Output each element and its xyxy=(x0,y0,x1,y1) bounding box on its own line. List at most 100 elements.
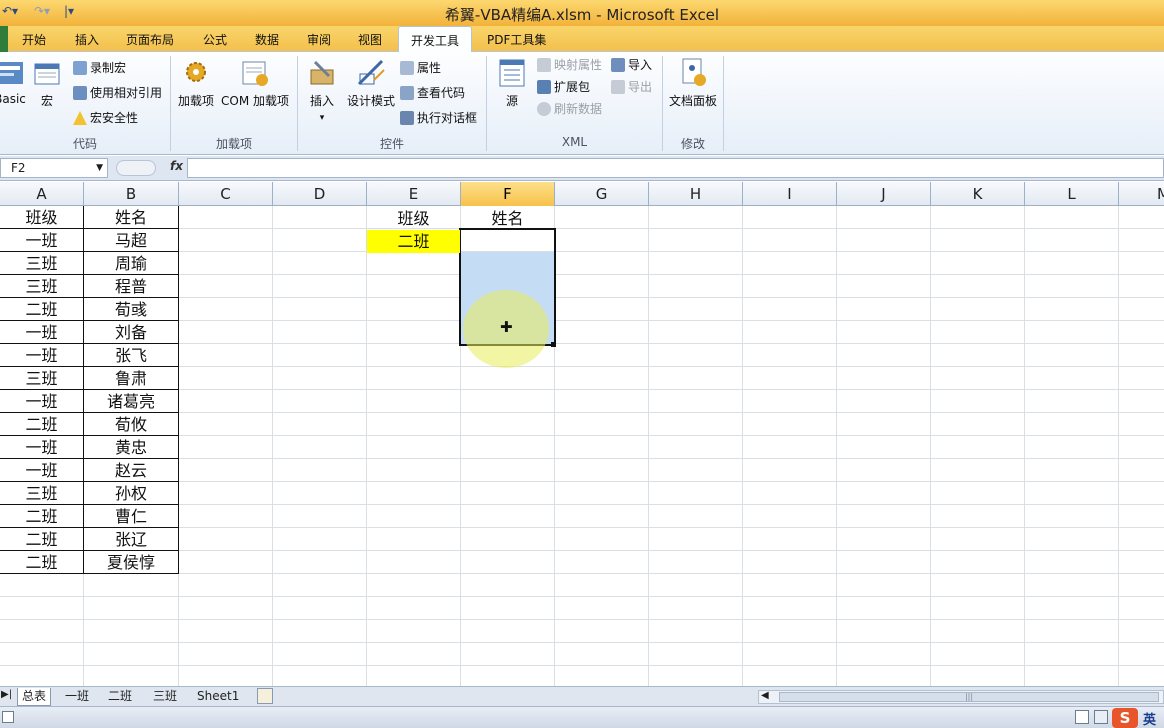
table-cell-name[interactable]: 夏侯惇 xyxy=(83,551,179,574)
table-header-name[interactable]: 姓名 xyxy=(83,206,179,229)
formula-bar: F2 ▼ fx xyxy=(0,156,1164,181)
tab-pdf-tools[interactable]: PDF工具集 xyxy=(487,31,546,48)
column-header-k[interactable]: K xyxy=(931,182,1025,206)
criteria-header-class[interactable]: 班级 xyxy=(367,207,460,230)
column-header-e[interactable]: E xyxy=(367,182,461,206)
table-cell-class[interactable]: 一班 xyxy=(0,344,84,367)
table-cell-name[interactable]: 马超 xyxy=(83,229,179,252)
column-header-g[interactable]: G xyxy=(555,182,649,206)
table-cell-class[interactable]: 三班 xyxy=(0,275,84,298)
table-cell-class[interactable]: 二班 xyxy=(0,413,84,436)
chevron-down-icon: ▾ xyxy=(319,113,325,123)
run-dialog-button[interactable]: 执行对话框 xyxy=(400,109,477,127)
table-cell-name[interactable]: 曹仁 xyxy=(83,505,179,528)
table-cell-class[interactable]: 一班 xyxy=(0,459,84,482)
file-tab[interactable] xyxy=(0,26,8,52)
column-header-l[interactable]: L xyxy=(1025,182,1119,206)
tab-data[interactable]: 数据 xyxy=(255,31,279,48)
scroll-left-icon[interactable]: ◀ xyxy=(761,690,769,701)
table-cell-class[interactable]: 二班 xyxy=(0,551,84,574)
addins-button[interactable]: 加载项 xyxy=(176,56,216,109)
column-header-j[interactable]: J xyxy=(837,182,931,206)
table-cell-name[interactable]: 程普 xyxy=(83,275,179,298)
table-header-class[interactable]: 班级 xyxy=(0,206,84,229)
refresh-data-button[interactable]: 刷新数据 xyxy=(537,100,602,118)
com-addins-button[interactable]: COM 加载项 xyxy=(219,56,291,109)
table-cell-class[interactable]: 三班 xyxy=(0,367,84,390)
tab-developer[interactable]: 开发工具 xyxy=(398,26,473,53)
table-cell-name[interactable]: 荀攸 xyxy=(83,413,179,436)
scrollbar-thumb[interactable]: ||| xyxy=(779,692,1159,702)
map-properties-button[interactable]: 映射属性 xyxy=(537,56,602,74)
gridline xyxy=(930,206,931,686)
table-cell-name[interactable]: 诸葛亮 xyxy=(83,390,179,413)
tab-review[interactable]: 审阅 xyxy=(307,31,331,48)
table-cell-class[interactable]: 三班 xyxy=(0,482,84,505)
table-cell-class[interactable]: 一班 xyxy=(0,229,84,252)
table-cell-name[interactable]: 刘备 xyxy=(83,321,179,344)
table-cell-name[interactable]: 张飞 xyxy=(83,344,179,367)
xml-source-button[interactable]: 源 xyxy=(496,56,528,109)
macro-record-icon[interactable] xyxy=(2,711,14,723)
normal-view-icon[interactable] xyxy=(1075,710,1089,724)
column-header-c[interactable]: C xyxy=(179,182,273,206)
tab-home[interactable]: 开始 xyxy=(22,31,46,48)
table-cell-name[interactable]: 孙权 xyxy=(83,482,179,505)
sheet-tab-class2[interactable]: 二班 xyxy=(104,688,136,706)
export-button[interactable]: 导出 xyxy=(611,78,652,96)
document-panel-button[interactable]: 文档面板 xyxy=(668,56,718,109)
macro-security-button[interactable]: 宏安全性 xyxy=(73,109,138,127)
relative-reference-button[interactable]: 使用相对引用 xyxy=(73,84,162,102)
tab-formulas[interactable]: 公式 xyxy=(203,31,227,48)
table-cell-class[interactable]: 二班 xyxy=(0,505,84,528)
visual-basic-button[interactable]: Basic xyxy=(0,56,26,106)
column-header-i[interactable]: I xyxy=(743,182,837,206)
table-cell-name[interactable]: 张辽 xyxy=(83,528,179,551)
table-cell-name[interactable]: 赵云 xyxy=(83,459,179,482)
sheet-tab-all[interactable]: 总表 xyxy=(17,688,52,706)
table-cell-name[interactable]: 荀彧 xyxy=(83,298,179,321)
formula-input[interactable] xyxy=(187,158,1164,178)
name-box[interactable]: F2 ▼ xyxy=(0,158,108,178)
table-cell-class[interactable]: 一班 xyxy=(0,321,84,344)
scroll-tabs-icon[interactable]: ▶| xyxy=(1,689,12,700)
macros-button[interactable]: 宏 xyxy=(32,56,62,109)
column-header-d[interactable]: D xyxy=(273,182,367,206)
table-cell-class[interactable]: 二班 xyxy=(0,528,84,551)
insert-sheet-icon[interactable] xyxy=(257,688,273,704)
insert-function-icon[interactable]: fx xyxy=(170,159,183,173)
properties-button[interactable]: 属性 xyxy=(400,59,441,77)
table-cell-name[interactable]: 周瑜 xyxy=(83,252,179,275)
column-header-f[interactable]: F xyxy=(461,182,555,206)
criteria-header-name[interactable]: 姓名 xyxy=(461,207,554,230)
worksheet-grid[interactable]: ✚ 班级 姓名 二班 班级 姓名 一班 马超 三班 周瑜 三班 程普 二班 荀彧 一班 刘备 一班张… xyxy=(0,206,1164,686)
tab-page-layout[interactable]: 页面布局 xyxy=(126,31,174,48)
table-cell-class[interactable]: 一班 xyxy=(0,390,84,413)
table-cell-name[interactable]: 黄忠 xyxy=(83,436,179,459)
horizontal-scrollbar[interactable]: ◀ ||| xyxy=(758,690,1164,704)
table-cell-name[interactable]: 鲁肃 xyxy=(83,367,179,390)
column-header-m[interactable]: M xyxy=(1119,182,1164,206)
chevron-down-icon[interactable]: ▼ xyxy=(96,159,103,177)
ime-mode-indicator[interactable]: 英 xyxy=(1143,709,1156,728)
page-layout-view-icon[interactable] xyxy=(1094,710,1108,724)
sheet-tab-class1[interactable]: 一班 xyxy=(61,688,93,706)
column-header-h[interactable]: H xyxy=(649,182,743,206)
expansion-packs-button[interactable]: 扩展包 xyxy=(537,78,590,96)
fill-handle[interactable] xyxy=(551,342,556,347)
column-header-b[interactable]: B xyxy=(84,182,179,206)
sheet-tab-class3[interactable]: 三班 xyxy=(149,688,181,706)
tab-view[interactable]: 视图 xyxy=(358,31,382,48)
view-code-button[interactable]: 查看代码 xyxy=(400,84,465,102)
import-button[interactable]: 导入 xyxy=(611,56,652,74)
table-cell-class[interactable]: 三班 xyxy=(0,252,84,275)
tab-insert[interactable]: 插入 xyxy=(75,31,99,48)
table-cell-class[interactable]: 二班 xyxy=(0,298,84,321)
column-header-a[interactable]: A xyxy=(0,182,84,206)
design-mode-button[interactable]: 设计模式 xyxy=(345,56,397,109)
insert-control-button[interactable]: 插入 ▾ xyxy=(304,56,340,123)
record-macro-button[interactable]: 录制宏 xyxy=(73,59,126,77)
criteria-value-cell[interactable]: 二班 xyxy=(367,230,460,253)
table-cell-class[interactable]: 一班 xyxy=(0,436,84,459)
sheet-tab-sheet1[interactable]: Sheet1 xyxy=(193,688,243,706)
